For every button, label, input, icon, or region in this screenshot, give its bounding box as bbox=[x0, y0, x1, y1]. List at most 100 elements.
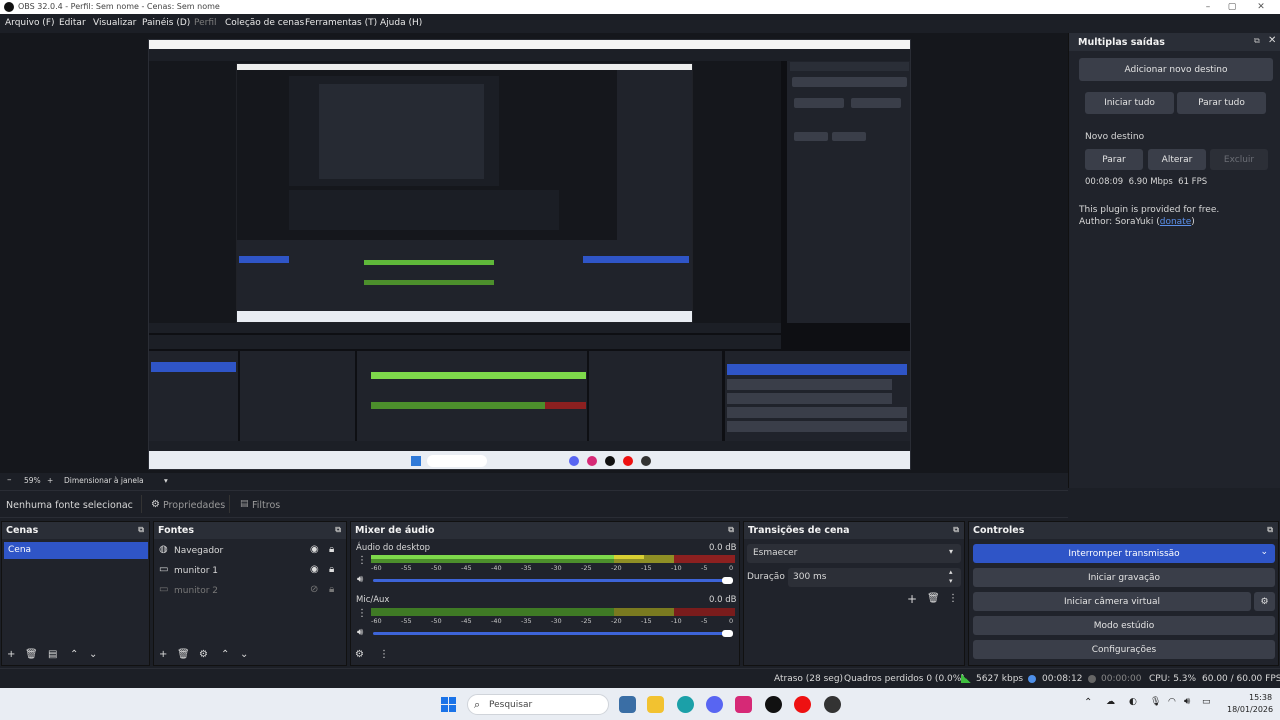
add-scene-icon[interactable]: + bbox=[7, 649, 15, 660]
battery-icon[interactable]: ▭ bbox=[1202, 697, 1211, 707]
discord-icon[interactable] bbox=[706, 696, 723, 713]
destination-change-button[interactable]: Alterar bbox=[1148, 149, 1206, 170]
close-dock-icon[interactable]: ✕ bbox=[1268, 35, 1276, 46]
lock-icon[interactable]: 🔒︎ bbox=[329, 564, 334, 575]
transition-select[interactable]: Esmaecer ▾ bbox=[747, 544, 961, 563]
source-item[interactable]: ◍ Navegador ◉ 🔒︎ bbox=[154, 543, 346, 561]
visibility-eye-icon[interactable]: ◉ bbox=[310, 564, 319, 575]
volume-icon[interactable]: 🔊︎ bbox=[1184, 696, 1190, 707]
meter-yellow bbox=[614, 608, 674, 616]
visibility-hidden-icon[interactable]: ⊘ bbox=[310, 584, 318, 595]
stop-all-button[interactable]: Parar tudo bbox=[1177, 92, 1266, 114]
source-item[interactable]: ▭ munitor 2 ⊘ 🔒︎ bbox=[154, 583, 346, 601]
float-dock-icon[interactable]: ⧉ bbox=[335, 525, 341, 535]
add-destination-button[interactable]: Adicionar novo destino bbox=[1079, 58, 1273, 81]
menu-edit[interactable]: Editar bbox=[59, 18, 86, 28]
chevron-down-icon[interactable]: ▾ bbox=[949, 577, 953, 585]
virtual-camera-settings-gear-icon[interactable]: ⚙ bbox=[1254, 592, 1275, 611]
close-icon[interactable]: ✕ bbox=[1254, 1, 1268, 13]
tray-network-icon[interactable]: ☁ bbox=[1106, 697, 1115, 707]
move-up-icon[interactable]: ⌃ bbox=[221, 649, 229, 660]
menu-docks[interactable]: Painéis (D) bbox=[142, 18, 190, 28]
volume-slider[interactable] bbox=[373, 632, 731, 635]
transition-menu-icon[interactable]: ⋮ bbox=[948, 593, 958, 604]
tray-chevron-up-icon[interactable]: ⌃ bbox=[1084, 697, 1092, 708]
tiktok-icon[interactable] bbox=[765, 696, 782, 713]
remove-scene-icon[interactable]: 🗑 bbox=[25, 649, 38, 660]
zoom-in-icon[interactable]: + bbox=[47, 476, 53, 485]
task-view-icon[interactable] bbox=[619, 696, 636, 713]
chevron-down-icon[interactable]: ▾ bbox=[164, 476, 168, 485]
remove-transition-icon[interactable]: 🗑 bbox=[927, 593, 940, 604]
obs-taskbar-icon[interactable] bbox=[824, 696, 841, 713]
edge-browser-icon[interactable] bbox=[677, 696, 694, 713]
author-suffix: ) bbox=[1191, 217, 1195, 227]
scene-item[interactable]: Cena bbox=[4, 542, 148, 559]
start-virtual-camera-button[interactable]: Iniciar câmera virtual bbox=[973, 592, 1251, 611]
add-transition-icon[interactable]: + bbox=[907, 592, 917, 606]
channel-name: Áudio do desktop bbox=[356, 543, 431, 553]
destination-delete-button[interactable]: Excluir bbox=[1210, 149, 1268, 170]
menu-scene-collection[interactable]: Coleção de cenas bbox=[225, 18, 304, 28]
instagram-icon[interactable] bbox=[735, 696, 752, 713]
move-down-icon[interactable]: ⌄ bbox=[89, 649, 97, 660]
channel-menu-icon[interactable]: ⋮ bbox=[357, 608, 367, 619]
start-all-button[interactable]: Iniciar tudo bbox=[1085, 92, 1174, 114]
clock-date[interactable]: 18/01/2026 bbox=[1227, 705, 1273, 714]
zoom-out-icon[interactable]: – bbox=[7, 475, 12, 485]
speaker-icon[interactable]: 🔊︎ bbox=[357, 574, 363, 585]
recursive-preview-image bbox=[149, 40, 910, 469]
windows-start-icon[interactable] bbox=[441, 697, 456, 712]
volume-slider-handle[interactable] bbox=[722, 577, 733, 584]
float-dock-icon[interactable]: ⧉ bbox=[1267, 525, 1273, 535]
destination-stop-button[interactable]: Parar bbox=[1085, 149, 1143, 170]
start-recording-button[interactable]: Iniciar gravação bbox=[973, 568, 1275, 587]
lock-icon[interactable]: 🔒︎ bbox=[329, 544, 334, 555]
properties-button[interactable]: Propriedades bbox=[163, 500, 225, 511]
scale-mode[interactable]: Dimensionar à janela bbox=[64, 476, 144, 485]
preview-canvas[interactable] bbox=[148, 39, 911, 470]
remove-source-icon[interactable]: 🗑 bbox=[177, 649, 190, 660]
donate-link[interactable]: donate bbox=[1160, 217, 1192, 227]
file-explorer-icon[interactable] bbox=[647, 696, 664, 713]
menu-tools[interactable]: Ferramentas (T) bbox=[305, 18, 377, 28]
microphone-icon[interactable]: 🎙︎ bbox=[1150, 697, 1161, 707]
float-dock-icon[interactable]: ⧉ bbox=[138, 525, 144, 535]
source-properties-icon[interactable]: ⚙ bbox=[199, 649, 208, 660]
stop-streaming-button[interactable]: Interromper transmissão ⌄ bbox=[973, 544, 1275, 563]
menu-view[interactable]: Visualizar bbox=[93, 18, 136, 28]
duration-spinbox[interactable]: 300 ms ▴ ▾ bbox=[788, 568, 961, 587]
float-dock-icon[interactable]: ⧉ bbox=[953, 525, 959, 535]
volume-slider-handle[interactable] bbox=[722, 630, 733, 637]
opera-icon[interactable] bbox=[794, 696, 811, 713]
visibility-eye-icon[interactable]: ◉ bbox=[310, 544, 319, 555]
tray-app-icon[interactable]: ◐ bbox=[1129, 697, 1137, 707]
maximize-icon[interactable]: ▢ bbox=[1225, 1, 1239, 13]
taskbar-search-box[interactable]: ⌕ Pesquisar bbox=[467, 694, 609, 715]
studio-mode-button[interactable]: Modo estúdio bbox=[973, 616, 1275, 635]
menu-file[interactable]: Arquivo (F) bbox=[5, 18, 55, 28]
volume-slider[interactable] bbox=[373, 579, 731, 582]
advanced-audio-icon[interactable]: ⚙ bbox=[355, 649, 364, 660]
speaker-icon[interactable]: 🔊︎ bbox=[357, 627, 363, 638]
clock-time[interactable]: 15:38 bbox=[1249, 693, 1272, 702]
lock-icon[interactable]: 🔒︎ bbox=[329, 584, 334, 595]
menu-help[interactable]: Ajuda (H) bbox=[380, 18, 422, 28]
source-item[interactable]: ▭ munitor 1 ◉ 🔒︎ bbox=[154, 563, 346, 581]
float-dock-icon[interactable]: ⧉ bbox=[1254, 36, 1260, 46]
status-dropped-frames: Quadros perdidos 0 (0.0%) bbox=[844, 674, 965, 684]
chevron-up-icon[interactable]: ▴ bbox=[949, 568, 953, 576]
move-down-icon[interactable]: ⌄ bbox=[240, 649, 248, 660]
settings-button[interactable]: Configurações bbox=[973, 640, 1275, 659]
wifi-icon[interactable]: ◠ bbox=[1168, 697, 1176, 707]
chevron-down-icon[interactable]: ⌄ bbox=[1260, 547, 1268, 557]
float-dock-icon[interactable]: ⧉ bbox=[728, 525, 734, 535]
filters-button[interactable]: Filtros bbox=[252, 500, 280, 511]
mixer-menu-icon[interactable]: ⋮ bbox=[379, 649, 389, 660]
minimize-icon[interactable]: – bbox=[1201, 1, 1215, 13]
add-source-icon[interactable]: + bbox=[159, 649, 167, 660]
scene-filters-icon[interactable]: ▤ bbox=[48, 649, 57, 660]
menu-profile[interactable]: Perfil bbox=[194, 18, 217, 28]
channel-menu-icon[interactable]: ⋮ bbox=[357, 555, 367, 566]
move-up-icon[interactable]: ⌃ bbox=[70, 649, 78, 660]
